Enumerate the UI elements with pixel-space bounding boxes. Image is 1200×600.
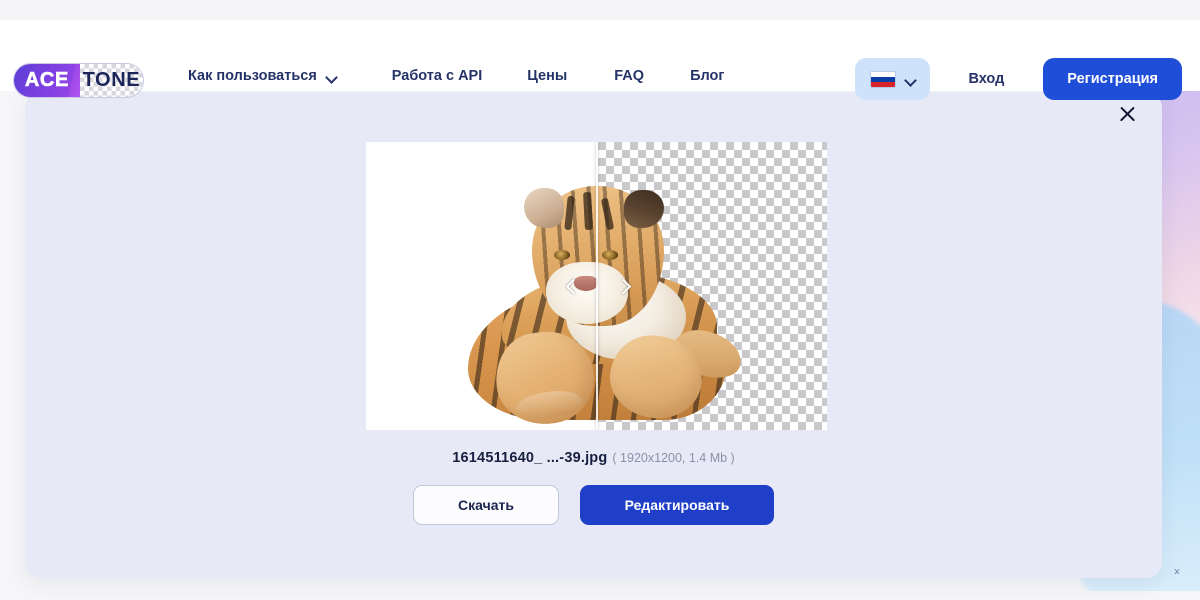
russia-flag-icon — [869, 70, 896, 88]
nav-item-label: Работа с API — [391, 68, 483, 84]
language-selector[interactable] — [855, 58, 931, 100]
site-logo[interactable]: ACE TONE — [13, 63, 144, 98]
nav-item-blog[interactable]: Блог — [690, 68, 724, 84]
download-button[interactable]: Скачать — [413, 485, 559, 525]
file-info: 1614511640_ ...-39.jpg ( 1920x1200, 1.4 M… — [25, 449, 1162, 467]
register-button[interactable]: Регистрация — [1043, 58, 1182, 100]
main-navigation: Как пользоваться Работа с API Цены FAQ Б… — [188, 68, 724, 84]
before-after-compare[interactable] — [366, 142, 827, 430]
page-root: ACE TONE Как пользоваться Работа с API Ц… — [0, 0, 1200, 600]
result-modal-panel: 1614511640_ ...-39.jpg ( 1920x1200, 1.4 M… — [25, 92, 1162, 578]
browser-top-strip — [0, 0, 1200, 20]
chevron-down-icon — [326, 73, 337, 80]
nav-item-faq[interactable]: FAQ — [614, 68, 644, 84]
nav-item-api[interactable]: Работа с API — [392, 68, 482, 84]
logo-text-tone: TONE — [82, 69, 141, 91]
nav-item-label: FAQ — [614, 68, 645, 84]
nav-item-label: Блог — [690, 68, 725, 84]
logo-text-ace: ACE — [24, 69, 69, 92]
login-link[interactable]: Вход — [968, 71, 1004, 87]
chevron-left-icon — [566, 280, 578, 292]
file-name-label: 1614511640_ ...-39.jpg — [452, 450, 608, 466]
nav-item-label: Как пользоваться — [188, 68, 317, 84]
nav-item-label: Цены — [527, 68, 568, 84]
compare-viewport — [366, 142, 827, 430]
nav-item-how-to-use[interactable]: Как пользоваться — [188, 68, 337, 84]
site-header: ACE TONE Как пользоваться Работа с API Ц… — [0, 20, 1200, 100]
chevron-right-icon — [616, 280, 628, 292]
chevron-down-icon — [905, 76, 916, 83]
modal-actions: Скачать Редактировать — [25, 485, 1162, 525]
logo-right-half-checkerboard: TONE — [79, 64, 143, 97]
edit-button[interactable]: Редактировать — [580, 485, 774, 525]
logo-left-half: ACE — [14, 64, 80, 97]
nav-item-pricing[interactable]: Цены — [527, 68, 567, 84]
compare-slider-handle[interactable] — [566, 271, 628, 301]
file-dimensions-label: ( 1920x1200, 1.4 Mb ) — [612, 451, 735, 465]
header-right-cluster: Вход Регистрация — [855, 58, 1182, 100]
collapse-arrows-icon[interactable]: ›‹ — [1174, 564, 1180, 578]
close-icon[interactable] — [1110, 97, 1144, 131]
